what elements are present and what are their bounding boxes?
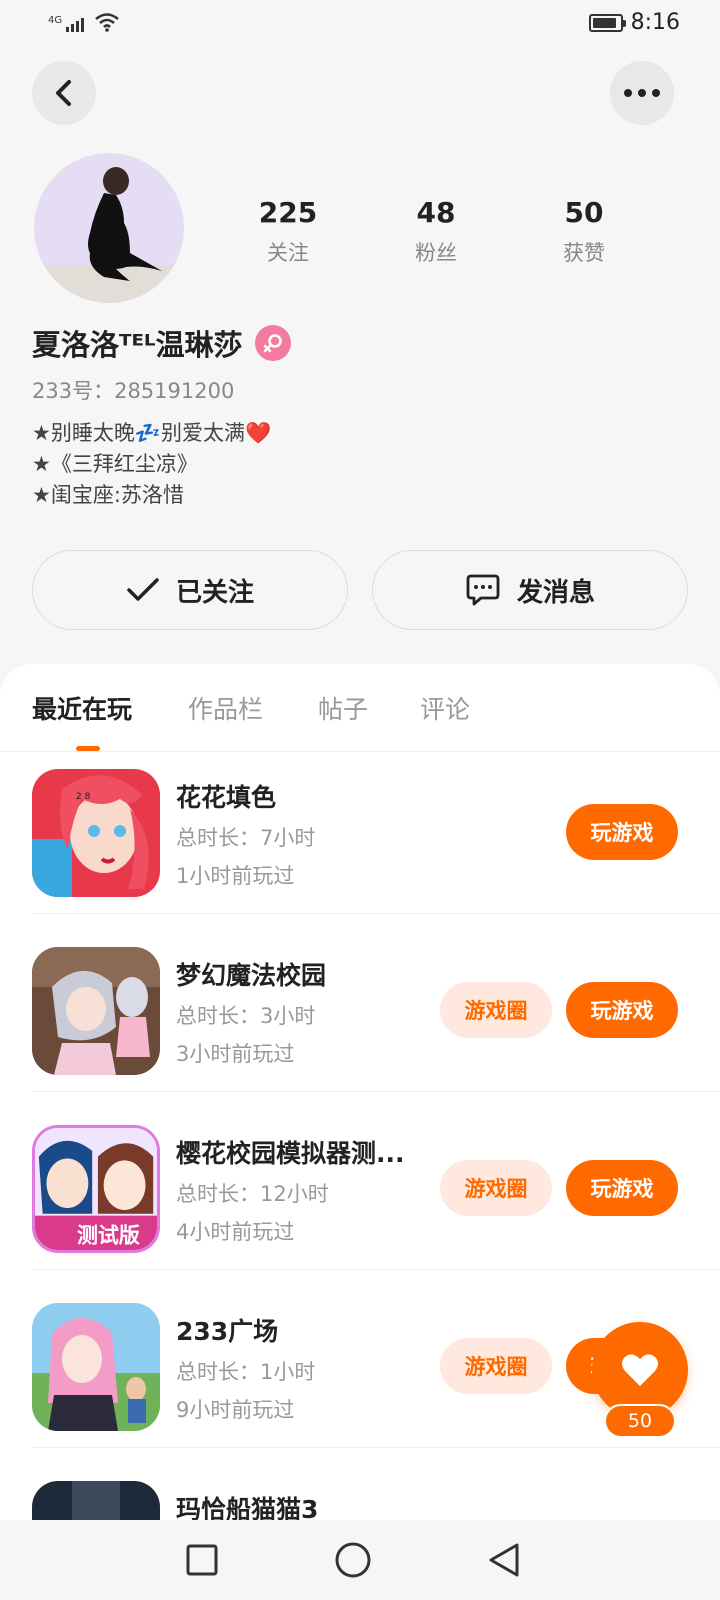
play-game-button[interactable]: 玩游戏 [566,982,678,1038]
stat-value: 225 [258,196,318,229]
signal-indicator: 4G [48,12,120,32]
stat-fans[interactable]: 48 粉丝 [362,196,510,267]
chevron-left-icon [56,80,71,106]
game-icon[interactable] [32,1481,160,1524]
game-name: 樱花校园模拟器测... [176,1139,405,1168]
play-game-button[interactable]: 玩游戏 [566,1160,678,1216]
stat-following[interactable]: 225 关注 [214,196,362,267]
more-button[interactable] [610,61,674,125]
status-bar: 4G 8:16 [0,0,720,48]
game-last-played: 1小时前玩过 [176,864,295,888]
bio-line: ★《三拜红尘凉》 [32,452,198,476]
stat-label: 获赞 [563,241,605,265]
svg-text:2 8: 2 8 [76,792,91,802]
back-nav-button[interactable] [480,1536,528,1584]
game-last-played: 4小时前玩过 [176,1220,295,1244]
circle-icon [335,1542,371,1578]
svg-text:测试版: 测试版 [77,1223,140,1247]
back-button[interactable] [32,61,96,125]
game-circle-button[interactable]: 游戏圈 [440,982,552,1038]
tab-recently-played[interactable]: 最近在玩 [32,690,132,726]
bio-line: ★闺宝座:苏洛惜 [32,483,184,507]
avatar-image [34,167,184,303]
tab-works[interactable]: 作品栏 [188,690,263,726]
tab-posts[interactable]: 帖子 [318,690,368,726]
stat-value: 50 [564,196,604,229]
game-last-played: 9小时前玩过 [176,1398,295,1422]
game-duration: 总时长：1小时 [176,1360,316,1384]
game-row[interactable]: 测试版 樱花校园模拟器测... 总时长：12小时 4小时前玩过 游戏圈 玩游戏 [32,1092,720,1270]
game-icon[interactable]: 测试版 [32,1125,160,1253]
like-count: 50 [604,1404,676,1438]
chat-bubble-icon [466,574,500,606]
recent-apps-button[interactable] [178,1536,226,1584]
wifi-icon [95,13,119,32]
bio: ★别睡太晚💤别爱太满❤️ ★《三拜红尘凉》 ★闺宝座:苏洛惜 [32,418,271,511]
more-dots-icon [624,89,660,97]
battery-icon [588,13,626,32]
triangle-back-icon [489,1543,519,1577]
battery-level [592,17,616,28]
stat-label: 粉丝 [415,241,457,265]
checkmark-icon [127,578,159,601]
avatar[interactable] [34,153,184,303]
stat-value: 48 [416,196,456,229]
game-name: 233广场 [176,1317,279,1346]
stat-likes[interactable]: 50 获赞 [510,196,658,267]
game-icon[interactable]: 2 8 [32,769,160,897]
clock: 8:16 [630,10,680,35]
followed-label: 已关注 [175,577,254,608]
play-game-button[interactable]: 玩游戏 [566,804,678,860]
game-row[interactable]: 2 8 花花填色 总时长：7小时 1小时前玩过 玩游戏 [32,736,720,914]
game-name: 梦幻魔法校园 [176,961,327,990]
signal-bars-icon [66,16,85,32]
nickname-row: 夏洛洛ᵀᴱᴸ温琳莎 [32,322,291,364]
heart-icon [622,1354,658,1386]
game-row[interactable]: 玛恰船猫猫3 [32,1448,720,1524]
game-icon[interactable] [32,1303,160,1431]
nickname: 夏洛洛ᵀᴱᴸ温琳莎 [32,328,243,362]
followed-button[interactable]: 已关注 [32,550,348,630]
game-duration: 总时长：7小时 [176,826,316,850]
home-button[interactable] [329,1536,377,1584]
user-id: 233号：285191200 [32,379,235,403]
tab-comments[interactable]: 评论 [420,690,470,726]
system-nav-bar [0,1520,720,1600]
game-icon[interactable] [32,947,160,1075]
game-row[interactable]: 梦幻魔法校园 总时长：3小时 3小时前玩过 游戏圈 玩游戏 [32,914,720,1092]
stat-label: 关注 [267,241,309,265]
profile-stats: 225 关注 48 粉丝 50 获赞 [214,196,664,267]
game-duration: 总时长：12小时 [176,1182,329,1206]
square-icon [186,1544,218,1576]
send-message-label: 发消息 [516,577,595,608]
game-last-played: 3小时前玩过 [176,1042,295,1066]
send-message-button[interactable]: 发消息 [372,550,688,630]
game-circle-button[interactable]: 游戏圈 [440,1338,552,1394]
game-duration: 总时长：3小时 [176,1004,316,1028]
bio-line: ★别睡太晚💤别爱太满❤️ [32,421,272,445]
game-circle-button[interactable]: 游戏圈 [440,1160,552,1216]
game-name: 花花填色 [176,783,277,812]
game-name: 玛恰船猫猫3 [176,1495,319,1524]
female-gender-icon [254,325,291,361]
network-type: 4G [48,15,63,26]
